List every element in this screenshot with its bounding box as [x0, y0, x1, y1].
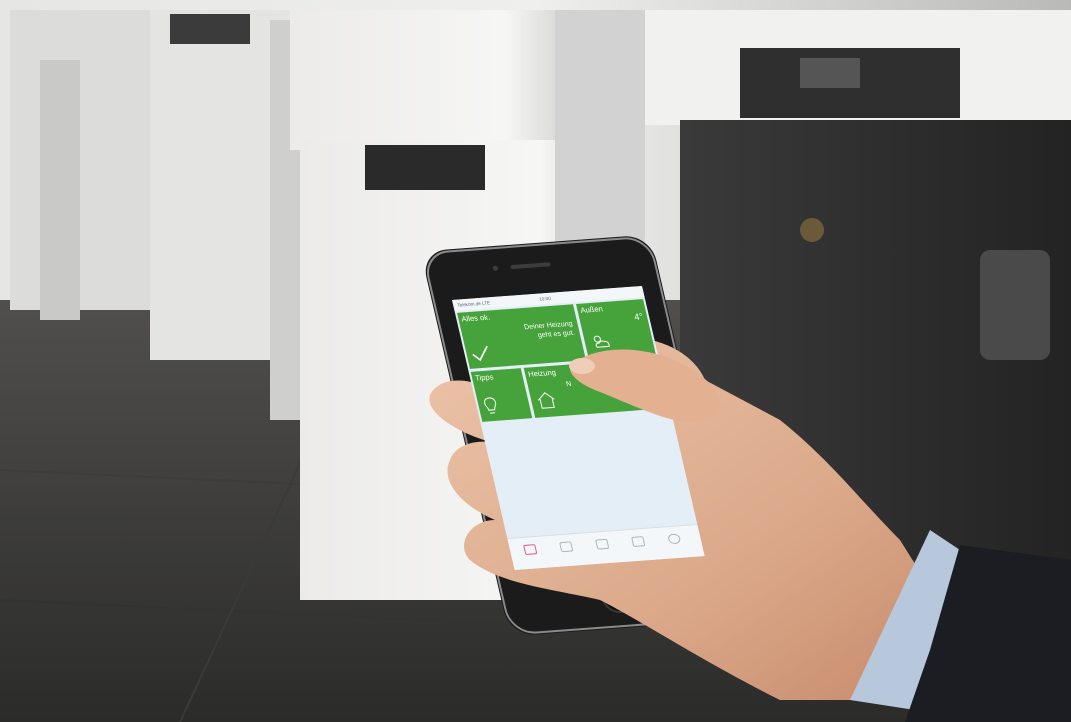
outdoor-temperature: 4° [633, 311, 645, 323]
house-icon [537, 392, 555, 409]
tile-heizung-label: Heizung [527, 367, 557, 379]
tips-tab-icon[interactable] [559, 541, 574, 553]
checkmark-icon [472, 345, 488, 362]
tile-tipps-label: Tipps [474, 372, 495, 383]
home-tab-icon[interactable] [523, 544, 538, 555]
photo: Telekom.de LTE 10:00 Alles ok. Deiner He… [0, 0, 1071, 722]
tile-heizung[interactable]: Heizung N [523, 358, 669, 418]
tile-aussen-label: Außen [579, 304, 604, 315]
heating-value: N [565, 380, 573, 389]
tile-alles-ok[interactable]: Alles ok. Deiner Heizung geht es gut. [457, 304, 587, 369]
sun-cloud-icon [593, 335, 610, 348]
clock-label: 10:00 [538, 295, 552, 302]
camera-tab-icon[interactable] [631, 536, 646, 547]
tile-aussen[interactable]: Außen 4° [576, 299, 657, 361]
tile-alles-ok-label: Alles ok. [460, 312, 491, 324]
settings-tab-icon[interactable] [667, 533, 682, 545]
tile-tipps[interactable]: Tipps [470, 368, 533, 422]
lightbulb-icon [484, 397, 497, 414]
carrier-label: Telekom.de LTE [456, 300, 491, 308]
status-message: Deiner Heizung geht es gut. [523, 321, 575, 342]
boiler-tab-icon[interactable] [595, 538, 610, 550]
